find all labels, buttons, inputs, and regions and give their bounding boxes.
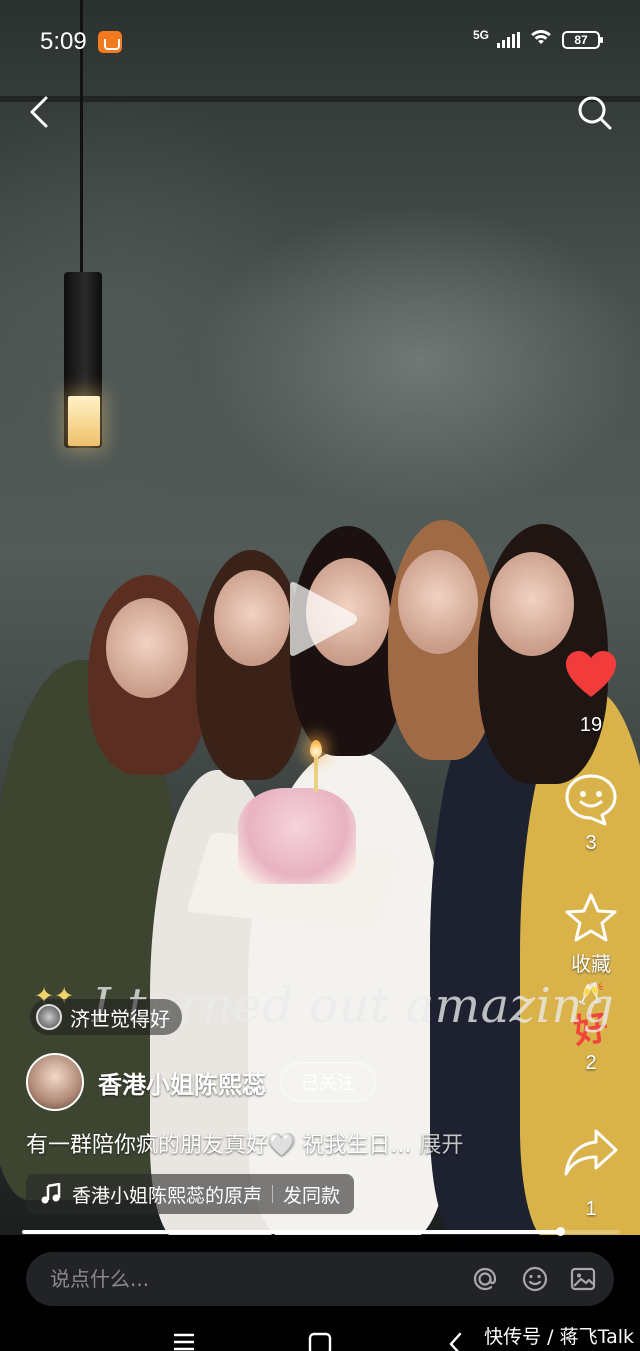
comment-input[interactable]: [50, 1252, 430, 1306]
search-button[interactable]: [576, 94, 614, 132]
like-count: 19: [579, 714, 603, 736]
comment-action[interactable]: 3: [556, 772, 626, 855]
author-avatar[interactable]: [26, 1053, 84, 1111]
pendant-lamp-glow: [68, 396, 100, 446]
person-4-face: [398, 550, 478, 654]
follow-button[interactable]: 已关注: [280, 1062, 376, 1102]
person-2-face: [214, 570, 290, 666]
favorite-label: 收藏: [571, 952, 611, 976]
comment-count: 3: [585, 832, 597, 854]
menu-icon[interactable]: [172, 1332, 196, 1351]
nav-back-icon[interactable]: [446, 1332, 464, 1351]
candle-flame: [310, 740, 322, 758]
progress-fill: [22, 1230, 561, 1234]
comment-bar: [26, 1252, 614, 1306]
battery-icon: 87: [562, 31, 603, 49]
poi-label: 济世觉得好: [70, 1006, 170, 1031]
share-action[interactable]: 1: [556, 1126, 626, 1221]
author-row: 香港小姐陈熙蕊 已关注: [26, 1052, 376, 1112]
play-button[interactable]: [282, 578, 360, 660]
poi-avatar: [36, 1004, 62, 1030]
heart-icon: [566, 651, 616, 697]
birthday-cake: [238, 788, 356, 884]
candle: [314, 752, 318, 792]
share-count: 1: [585, 1198, 597, 1220]
mention-icon[interactable]: [470, 1264, 500, 1294]
star-icon: [565, 893, 617, 942]
description-text: 有一群陪你疯的朋友真好🤍 祝我生日...: [26, 1133, 412, 1158]
like-action[interactable]: 19: [556, 650, 626, 737]
favorite-action[interactable]: 收藏: [556, 892, 626, 977]
back-button[interactable]: [24, 94, 60, 130]
music-note-icon: [41, 1183, 61, 1204]
person-5-face: [490, 552, 574, 656]
music-title: 香港小姐陈熙蕊的原声: [72, 1184, 263, 1207]
music-divider: [272, 1185, 274, 1203]
music-row[interactable]: 香港小姐陈熙蕊的原声 发同款: [26, 1174, 355, 1214]
use-sound-button[interactable]: 发同款: [283, 1181, 340, 1208]
status-bar: 5:09 5G 87: [0, 0, 640, 86]
share-icon: [564, 1129, 618, 1176]
battery-level: 87: [574, 33, 588, 47]
video-description[interactable]: 有一群陪你疯的朋友真好🤍 祝我生日... 展开: [26, 1127, 463, 1159]
author-name[interactable]: 香港小姐陈熙蕊: [98, 1065, 266, 1100]
status-time: 5:09: [40, 28, 87, 55]
poi-chip[interactable]: 济世觉得好: [30, 999, 182, 1035]
search-icon: [578, 96, 612, 130]
top-nav: [0, 86, 640, 142]
home-icon[interactable]: [308, 1332, 332, 1351]
network-type: 5G: [472, 28, 489, 42]
watermark: 快传号 / 蒋飞Talk: [484, 1326, 634, 1348]
expand-link[interactable]: 展开: [419, 1133, 463, 1158]
comment-icon: [565, 774, 617, 826]
taobao-icon: [98, 31, 122, 53]
chevron-left-icon: [30, 96, 48, 128]
emoji-icon[interactable]: [520, 1264, 550, 1294]
good-count: 2: [585, 1052, 597, 1074]
signal-icon: [497, 32, 520, 48]
wifi-icon: [528, 30, 554, 50]
image-icon[interactable]: [568, 1264, 598, 1294]
person-1-face: [106, 598, 188, 698]
video-progress-bar[interactable]: [22, 1227, 620, 1236]
play-icon: [290, 582, 357, 656]
status-indicators: 5G 87: [472, 28, 603, 50]
